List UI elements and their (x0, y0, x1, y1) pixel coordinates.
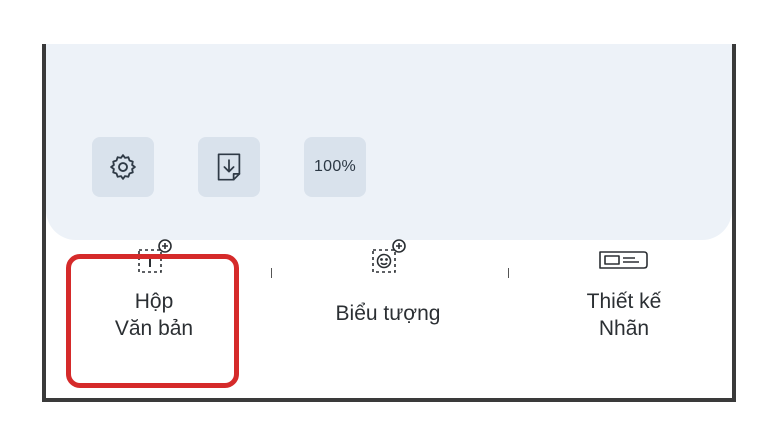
gear-icon (110, 154, 136, 180)
tab-icon-label: Biểu tượng (335, 302, 441, 325)
zoom-button[interactable]: 100% (304, 137, 366, 197)
label-design-icon (596, 232, 652, 276)
tab-icon[interactable]: Biểu tượng (318, 208, 458, 350)
tab-label-design[interactable]: Thiết kế Nhãn (554, 208, 694, 350)
text-box-add-icon (131, 232, 177, 276)
tab-separator (508, 268, 509, 278)
tab-text-box[interactable]: Hộp Văn bản (84, 208, 224, 350)
tab-separator (271, 268, 272, 278)
download-page-icon (217, 153, 241, 181)
zoom-label: 100% (313, 158, 357, 175)
tab-text-box-label: Hộp Văn bản (114, 290, 194, 340)
tab-label-design-label: Thiết kế Nhãn (586, 290, 662, 340)
save-button[interactable] (198, 137, 260, 197)
emoji-add-icon (365, 232, 411, 276)
settings-button[interactable] (92, 137, 154, 197)
